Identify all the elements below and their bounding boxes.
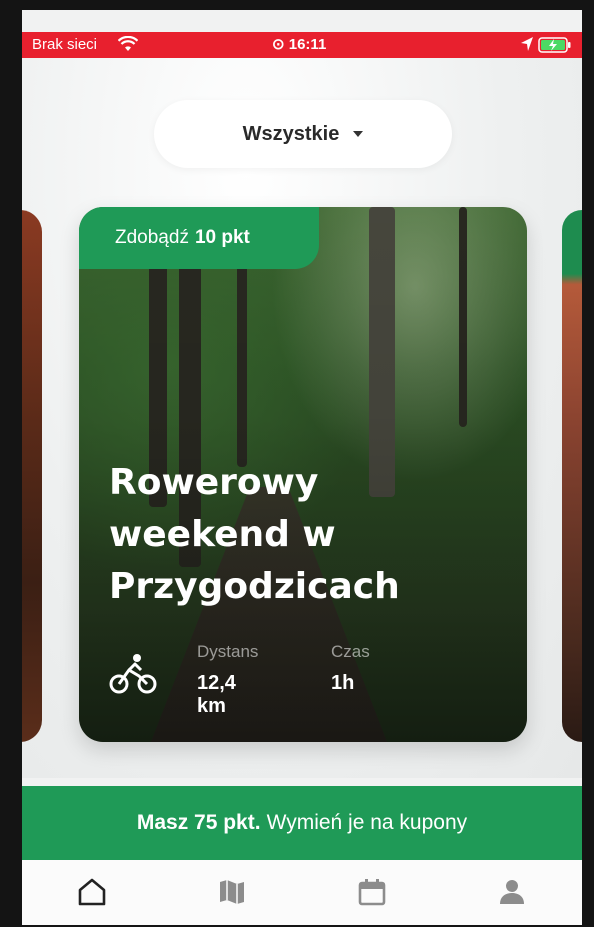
tab-home[interactable] xyxy=(72,874,112,910)
points-badge: Zdobądź 10 pkt xyxy=(79,207,319,269)
battery-charging-icon xyxy=(538,36,572,58)
coupons-banner[interactable]: Masz 75 pkt. Wymień je na kupony xyxy=(22,786,582,860)
distance-label: Dystans xyxy=(197,642,259,661)
map-icon xyxy=(220,880,244,904)
distance-value: 12,4 km xyxy=(197,672,236,717)
phone-screen: Brak sieci ⊙ 16:11 Wszystkie Zdobądź 10 … xyxy=(22,10,582,925)
wifi-icon xyxy=(117,35,139,56)
time-label: Czas xyxy=(331,642,370,661)
time-stat: Czas 1h xyxy=(331,642,370,695)
calendar-icon xyxy=(358,879,386,906)
carrier-label: Brak sieci xyxy=(32,36,98,53)
time-label: 16:11 xyxy=(288,36,327,53)
coupons-cta: Wymień je na kupony xyxy=(266,811,468,834)
tab-map[interactable] xyxy=(212,874,252,910)
status-bar: Brak sieci ⊙ 16:11 xyxy=(22,32,582,58)
previous-route-card[interactable] xyxy=(22,210,42,742)
filter-label: Wszystkie xyxy=(242,122,340,145)
tab-calendar[interactable] xyxy=(352,874,392,910)
tab-profile[interactable] xyxy=(492,874,532,910)
time-value: 1h xyxy=(331,672,355,694)
next-route-card[interactable] xyxy=(562,210,582,742)
category-filter-dropdown[interactable]: Wszystkie xyxy=(154,100,452,168)
bicycle-icon xyxy=(109,652,159,700)
home-icon xyxy=(78,878,106,906)
chevron-down-icon xyxy=(353,131,364,137)
route-title: Rowerowy weekend w Przygodzicach xyxy=(109,462,400,607)
alarm-icon: ⊙ xyxy=(272,36,289,53)
location-arrow-icon xyxy=(520,36,534,56)
bottom-tab-bar xyxy=(22,860,582,925)
badge-prefix: Zdobądź xyxy=(115,227,189,248)
badge-points: 10 pkt xyxy=(194,227,250,248)
points-balance: Masz 75 pkt. xyxy=(136,811,261,834)
user-icon xyxy=(500,880,524,904)
clock: ⊙ 16:11 xyxy=(272,35,326,53)
route-card[interactable]: Zdobądź 10 pkt Rowerowy weekend w Przygo… xyxy=(79,207,527,742)
distance-stat: Dystans 12,4 km xyxy=(197,642,258,718)
